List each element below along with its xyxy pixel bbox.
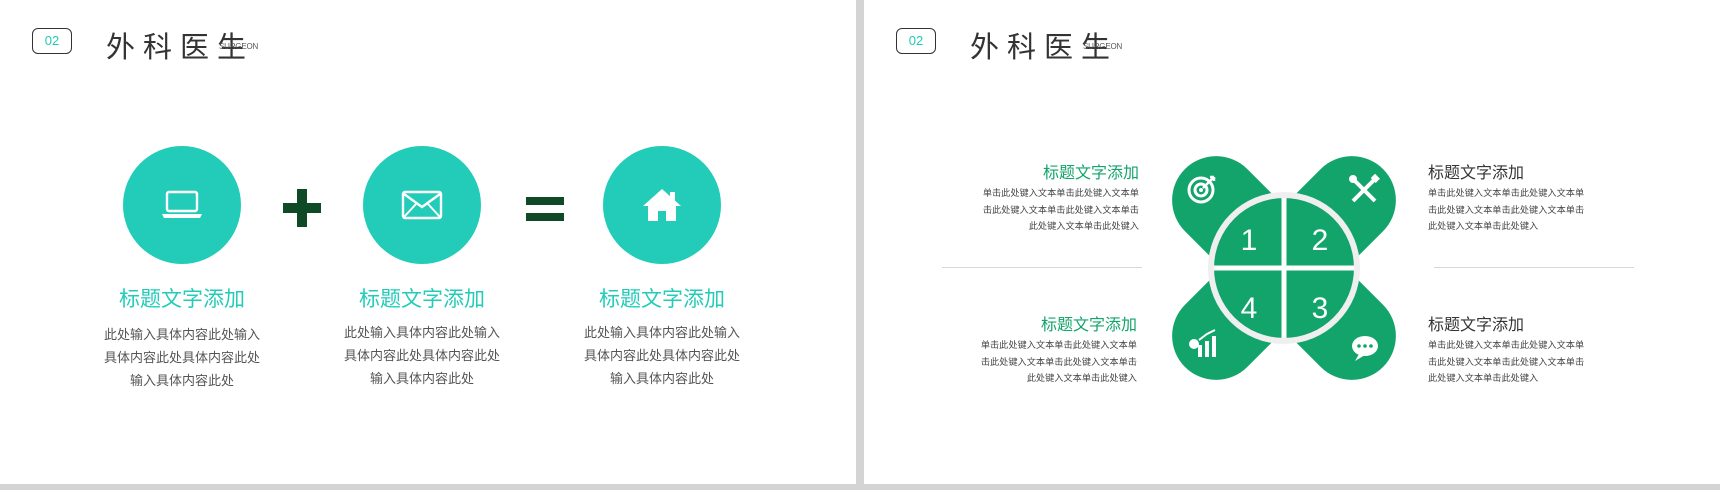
equals-sign — [525, 196, 565, 226]
envelope-circle — [363, 146, 481, 264]
body-line: 击此处键入文本单击此处键入文本单击 — [1428, 204, 1585, 216]
body-line: 单击此处键入文本单击此处键入文本单 — [1428, 188, 1585, 199]
plus-sign — [282, 188, 322, 232]
item-body: 此处输入具体内容此处输入 具体内容此处具体内容此处 输入具体内容此处 — [82, 324, 282, 393]
body-line: 此处输入具体内容此处输入 — [103, 328, 260, 343]
slide-2: 02 外科医生 SURGEON 1 2 3 4 标题文字添加 单击此处键入文本单… — [864, 0, 1720, 484]
house-icon — [643, 189, 681, 221]
page-subtitle: SURGEON — [1083, 42, 1123, 51]
body-line: 单击此处键入文本单击此处键入文本单 — [982, 188, 1139, 199]
block-body: 单击此处键入文本单击此处键入文本单 击此处键入文本单击此处键入文本单击 此处键入… — [1428, 186, 1588, 236]
divider-line — [1434, 267, 1634, 268]
slide-1: 02 外科医生 SURGEON 标题文字添加 此处输入具体内容此处输入 具体内容… — [0, 0, 856, 484]
quadrant-number-4: 4 — [1241, 292, 1258, 325]
body-line: 单击此处键入文本单击此处键入文本单 — [1428, 340, 1585, 351]
block-title: 标题文字添加 — [1428, 163, 1525, 182]
item-title: 标题文字添加 — [599, 287, 725, 311]
divider-line — [942, 267, 1142, 268]
body-line: 单击此处键入文本单击此处键入文本单 — [980, 340, 1137, 351]
body-line: 此处键入文本单击此处键入 — [1428, 373, 1539, 384]
house-circle — [603, 146, 721, 264]
body-line: 击此处键入文本单击此处键入文本单击 — [1428, 356, 1585, 368]
quadrant-cross-diagram: 1 2 3 4 — [1172, 156, 1396, 380]
item-body: 此处输入具体内容此处输入 具体内容此处具体内容此处 输入具体内容此处 — [562, 322, 762, 391]
quadrant-number-1: 1 — [1241, 224, 1258, 257]
item-title: 标题文字添加 — [119, 287, 245, 311]
body-line: 此处键入文本单击此处键入 — [1428, 221, 1539, 232]
block-title: 标题文字添加 — [1042, 163, 1139, 182]
body-line: 此处键入文本单击此处键入 — [1028, 221, 1139, 232]
block-body: 单击此处键入文本单击此处键入文本单 击此处键入文本单击此处键入文本单击 此处键入… — [977, 338, 1137, 388]
body-line: 具体内容此处具体内容此处 — [583, 349, 740, 364]
page-subtitle: SURGEON — [219, 42, 259, 51]
body-line: 此处键入文本单击此处键入 — [1026, 373, 1137, 384]
item-body: 此处输入具体内容此处输入 具体内容此处具体内容此处 输入具体内容此处 — [322, 322, 522, 391]
body-line: 此处输入具体内容此处输入 — [583, 326, 740, 341]
envelope-icon — [401, 190, 443, 220]
laptop-icon — [162, 190, 202, 218]
body-line: 输入具体内容此处 — [129, 374, 234, 389]
block-body: 单击此处键入文本单击此处键入文本单 击此处键入文本单击此处键入文本单击 此处键入… — [979, 186, 1139, 236]
item-title: 标题文字添加 — [359, 287, 485, 311]
quadrant-number-3: 3 — [1312, 292, 1329, 325]
body-line: 击此处键入文本单击此处键入文本单击 — [980, 356, 1137, 368]
laptop-circle — [123, 146, 241, 264]
block-title: 标题文字添加 — [1428, 315, 1525, 334]
body-line: 具体内容此处具体内容此处 — [343, 349, 500, 364]
body-line: 输入具体内容此处 — [369, 372, 474, 387]
page-number-badge: 02 — [32, 28, 72, 54]
body-line: 此处输入具体内容此处输入 — [343, 326, 500, 341]
body-line: 输入具体内容此处 — [609, 372, 714, 387]
page-number-badge: 02 — [896, 28, 936, 54]
quadrant-number-2: 2 — [1312, 224, 1329, 257]
body-line: 击此处键入文本单击此处键入文本单击 — [982, 204, 1139, 216]
body-line: 具体内容此处具体内容此处 — [103, 351, 260, 366]
block-body: 单击此处键入文本单击此处键入文本单 击此处键入文本单击此处键入文本单击 此处键入… — [1428, 338, 1588, 388]
block-title: 标题文字添加 — [1040, 315, 1137, 334]
